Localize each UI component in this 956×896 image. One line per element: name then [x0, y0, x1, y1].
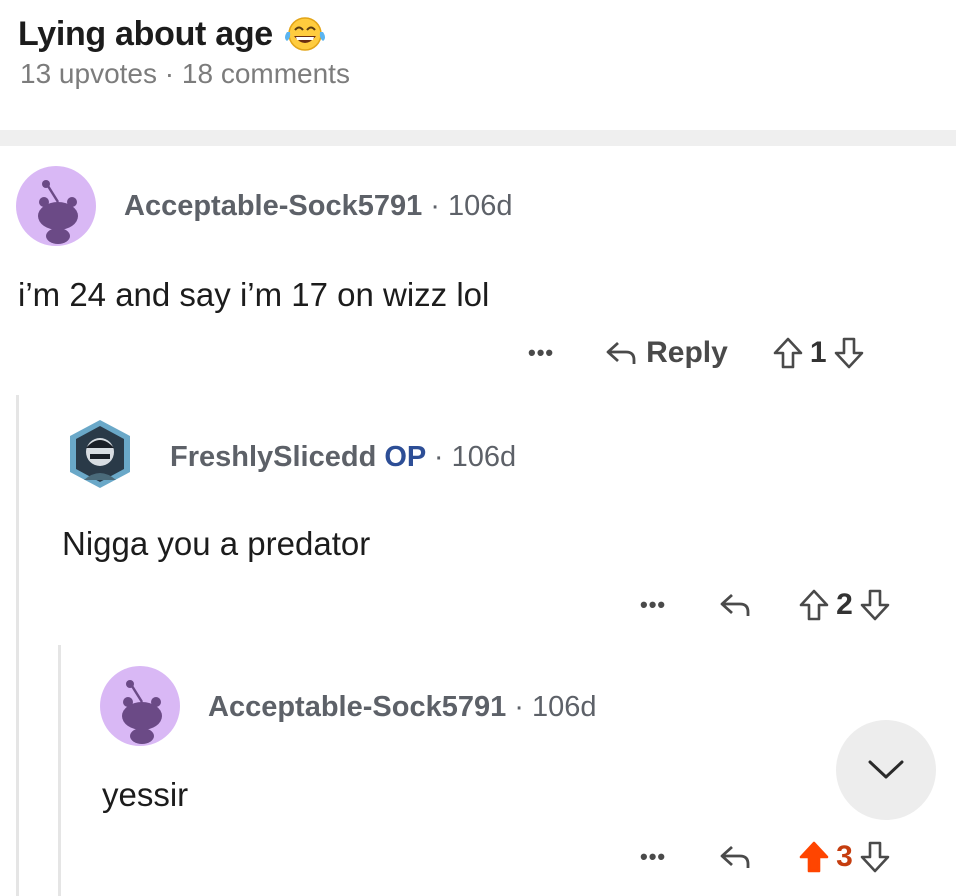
reply-arrow-icon: [720, 593, 750, 616]
comment-author-line: FreshlySlicedd OP · 106d: [170, 441, 516, 474]
meta-dot: ·: [430, 190, 440, 222]
more-options-button[interactable]: •••: [528, 340, 554, 366]
chevron-down-icon: [868, 760, 904, 779]
comment-body: i’m 24 and say i’m 17 on wizz lol: [18, 276, 490, 313]
reply-label: Reply: [646, 336, 728, 369]
face-with-tears-of-joy-icon: [283, 14, 327, 54]
username[interactable]: Acceptable-Sock5791: [124, 190, 422, 222]
vote-control: 3: [798, 840, 891, 874]
post-title-text: Lying about age: [18, 14, 273, 53]
reply-arrow-icon: [720, 845, 750, 868]
snoo-avatar-icon: [100, 666, 180, 746]
upvote-arrow-icon[interactable]: [798, 840, 830, 874]
comment-age: 106d: [532, 691, 597, 723]
comment-actions: ••• Reply 1: [528, 336, 865, 370]
avatar[interactable]: [60, 414, 140, 494]
snoo-avatar-icon: [16, 166, 96, 246]
comment-count: 18 comments: [181, 58, 350, 89]
meta-separator: ·: [164, 58, 175, 89]
score: 1: [809, 336, 827, 369]
downvote-arrow-icon[interactable]: [859, 588, 891, 622]
avatar[interactable]: [100, 666, 180, 746]
user-avatar-icon: [60, 414, 140, 494]
username[interactable]: FreshlySlicedd: [170, 441, 376, 473]
reply-button[interactable]: [718, 842, 752, 872]
vote-control: 2: [798, 588, 891, 622]
section-divider: [0, 130, 956, 146]
reply-button[interactable]: [718, 590, 752, 620]
post-meta: 13 upvotes · 18 comments: [20, 58, 350, 90]
downvote-arrow-icon[interactable]: [833, 336, 865, 370]
op-badge: OP: [384, 441, 426, 473]
more-options-button[interactable]: •••: [640, 592, 666, 618]
score: 2: [836, 588, 853, 621]
comment-actions: ••• 2: [640, 588, 891, 622]
meta-dot: ·: [433, 441, 444, 473]
username[interactable]: Acceptable-Sock5791: [208, 691, 506, 723]
thread-line: [58, 645, 61, 896]
comment-author-line: Acceptable-Sock5791 · 106d: [208, 691, 597, 724]
thread-line: [16, 395, 19, 896]
upvote-arrow-icon[interactable]: [798, 588, 830, 622]
avatar[interactable]: [16, 166, 96, 246]
scroll-down-button[interactable]: [836, 720, 936, 820]
comment-age: 106d: [451, 441, 517, 473]
post-title: Lying about age: [18, 14, 327, 54]
reply-arrow-icon: [606, 341, 636, 364]
comment-body: yessir: [102, 776, 189, 813]
upvote-arrow-icon[interactable]: [772, 336, 804, 370]
meta-dot: ·: [514, 691, 524, 723]
comment-actions: ••• 3: [640, 840, 891, 874]
comment-age: 106d: [448, 190, 513, 222]
more-options-button[interactable]: •••: [640, 844, 666, 870]
score: 3: [836, 840, 853, 873]
downvote-arrow-icon[interactable]: [859, 840, 891, 874]
reply-button[interactable]: Reply: [604, 336, 728, 370]
upvote-count: 13 upvotes: [20, 58, 157, 89]
comment-author-line: Acceptable-Sock5791 · 106d: [124, 190, 513, 223]
vote-control: 1: [772, 336, 865, 370]
comment-body: Nigga you a predator: [62, 525, 371, 562]
